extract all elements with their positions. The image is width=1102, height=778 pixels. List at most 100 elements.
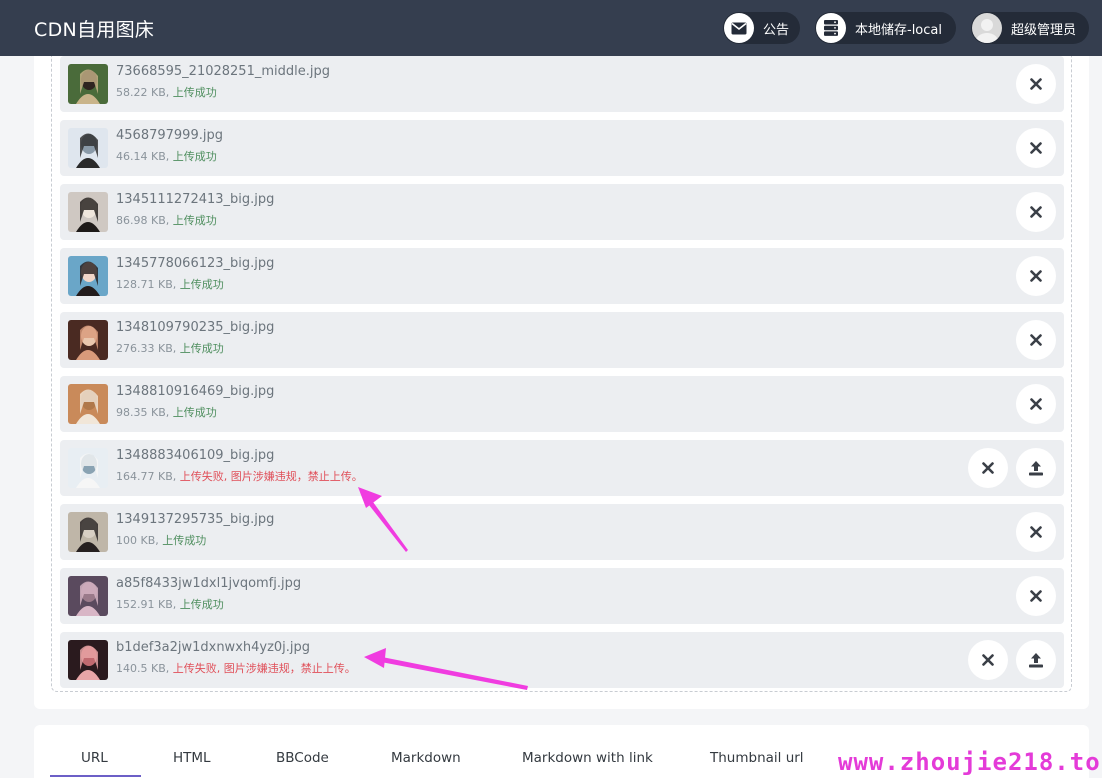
file-row: 1345111272413_big.jpg 86.98 KB, 上传成功 [60,184,1064,240]
tab-thumbnail-url[interactable]: Thumbnail url [710,750,804,766]
tab-html[interactable]: HTML [173,750,211,766]
file-meta: 46.14 KB, 上传成功 [116,148,217,164]
file-row: 1348810916469_big.jpg 98.35 KB, 上传成功 [60,376,1064,432]
close-icon [1030,78,1042,90]
file-name: 1349137295735_big.jpg [116,512,275,527]
close-icon [1030,270,1042,282]
image-thumbnail [68,320,108,360]
tab-markdown-with-link[interactable]: Markdown with link [522,750,653,766]
tab-bbcode[interactable]: BBCode [276,750,329,766]
file-name: 1345111272413_big.jpg [116,192,275,207]
file-row: 1348883406109_big.jpg 164.77 KB, 上传失败, 图片… [60,440,1064,496]
storage-selector[interactable]: 本地储存-local [815,12,956,44]
file-meta: 276.33 KB, 上传成功 [116,340,224,356]
file-size: 152.91 KB, [116,598,177,611]
image-thumbnail [68,448,108,488]
file-meta: 164.77 KB, 上传失败, 图片涉嫌违规，禁止上传。 [116,468,363,484]
close-icon [1030,398,1042,410]
active-tab-indicator [50,775,141,777]
file-size: 98.35 KB, [116,406,170,419]
close-icon [982,462,994,474]
server-icon [816,13,846,43]
file-name: 1348883406109_big.jpg [116,448,275,463]
file-row: 1348109790235_big.jpg 276.33 KB, 上传成功 [60,312,1064,368]
upload-status: 上传成功 [172,214,217,227]
upload-icon [1029,653,1043,668]
retry-upload-button[interactable] [1016,448,1056,488]
close-icon [1030,590,1042,602]
tab-markdown[interactable]: Markdown [391,750,461,766]
file-meta: 86.98 KB, 上传成功 [116,212,217,228]
remove-button[interactable] [1016,192,1056,232]
remove-button[interactable] [1016,256,1056,296]
file-size: 276.33 KB, [116,342,177,355]
file-size: 140.5 KB, [116,662,170,675]
user-menu[interactable]: 超级管理员 [971,12,1089,44]
remove-button[interactable] [1016,576,1056,616]
file-name: a85f8433jw1dxl1jvqomfj.jpg [116,576,302,591]
file-size: 128.71 KB, [116,278,177,291]
remove-button[interactable] [1016,384,1056,424]
file-name: b1def3a2jw1dxnwxh4yz0j.jpg [116,640,311,655]
avatar [972,13,1002,43]
upload-status: 上传成功 [162,534,207,547]
file-row: 73668595_21028251_middle.jpg 58.22 KB, 上传… [60,56,1064,112]
remove-button[interactable] [1016,512,1056,552]
close-icon [1030,206,1042,218]
notice-label: 公告 [763,22,790,38]
upload-status: 上传成功 [172,86,217,99]
file-size: 58.22 KB, [116,86,170,99]
image-thumbnail [68,640,108,680]
file-row: a85f8433jw1dxl1jvqomfj.jpg 152.91 KB, 上传成… [60,568,1064,624]
remove-button[interactable] [968,448,1008,488]
tab-url[interactable]: URL [81,750,108,766]
remove-button[interactable] [1016,128,1056,168]
top-navbar: CDN自用图床 公告 本地储存-local 超级管理员 [0,0,1102,56]
image-thumbnail [68,192,108,232]
close-icon [982,654,994,666]
upload-status: 上传成功 [172,150,217,163]
close-icon [1030,142,1042,154]
file-row: 1349137295735_big.jpg 100 KB, 上传成功 [60,504,1064,560]
image-thumbnail [68,64,108,104]
file-size: 86.98 KB, [116,214,170,227]
brand-title[interactable]: CDN自用图床 [34,15,154,42]
upload-status: 上传成功 [179,342,224,355]
envelope-icon [724,13,754,43]
file-name: 1348810916469_big.jpg [116,384,275,399]
file-name: 73668595_21028251_middle.jpg [116,64,330,79]
image-thumbnail [68,128,108,168]
file-meta: 58.22 KB, 上传成功 [116,84,217,100]
remove-button[interactable] [968,640,1008,680]
upload-status: 上传成功 [179,278,224,291]
notice-button[interactable]: 公告 [723,12,800,44]
upload-status: 上传失败, 图片涉嫌违规，禁止上传。 [179,470,363,483]
file-name: 1345778066123_big.jpg [116,256,275,271]
file-size: 46.14 KB, [116,150,170,163]
file-meta: 152.91 KB, 上传成功 [116,596,224,612]
file-row: b1def3a2jw1dxnwxh4yz0j.jpg 140.5 KB, 上传失败… [60,632,1064,688]
remove-button[interactable] [1016,320,1056,360]
upload-status: 上传失败, 图片涉嫌违规，禁止上传。 [172,662,356,675]
upload-status: 上传成功 [179,598,224,611]
close-icon [1030,526,1042,538]
retry-upload-button[interactable] [1016,640,1056,680]
file-meta: 100 KB, 上传成功 [116,532,206,548]
watermark-text: www.zhoujie218.top [838,748,1102,776]
file-size: 164.77 KB, [116,470,177,483]
user-label: 超级管理员 [1011,22,1077,38]
file-meta: 128.71 KB, 上传成功 [116,276,224,292]
upload-status: 上传成功 [172,406,217,419]
file-name: 1348109790235_big.jpg [116,320,275,335]
image-thumbnail [68,384,108,424]
close-icon [1030,334,1042,346]
image-thumbnail [68,256,108,296]
file-row: 4568797999.jpg 46.14 KB, 上传成功 [60,120,1064,176]
file-size: 100 KB, [116,534,159,547]
remove-button[interactable] [1016,64,1056,104]
image-thumbnail [68,576,108,616]
file-meta: 98.35 KB, 上传成功 [116,404,217,420]
upload-icon [1029,461,1043,476]
file-meta: 140.5 KB, 上传失败, 图片涉嫌违规，禁止上传。 [116,660,356,676]
image-thumbnail [68,512,108,552]
